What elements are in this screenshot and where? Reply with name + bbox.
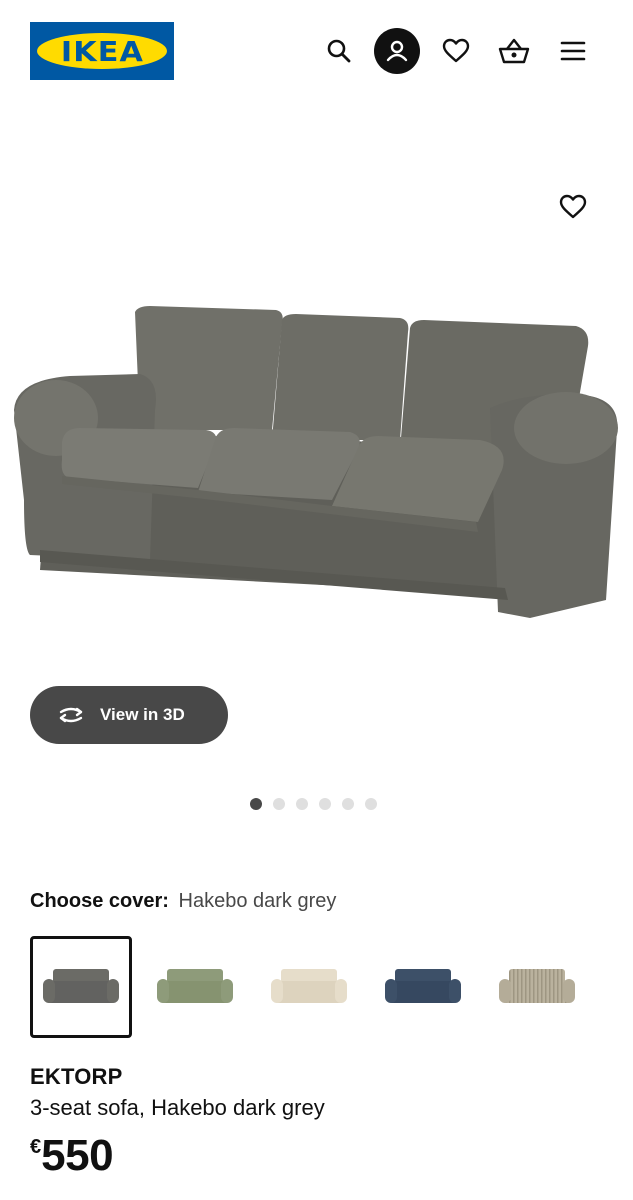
site-header: IKEA — [0, 0, 633, 104]
view-in-3d-label: View in 3D — [100, 705, 185, 724]
product-image[interactable] — [10, 300, 623, 630]
product-description: 3-seat sofa, Hakebo dark grey — [30, 1095, 325, 1120]
gallery-dot[interactable] — [296, 798, 308, 810]
cover-swatch-blue[interactable] — [372, 936, 474, 1038]
cover-swatch-dark-grey[interactable] — [30, 936, 132, 1038]
gallery-dot[interactable] — [342, 798, 354, 810]
heart-icon[interactable] — [433, 28, 479, 74]
gallery-pagination — [250, 798, 377, 810]
cover-swatches — [30, 936, 590, 1040]
product-name: EKTORP — [30, 1064, 123, 1089]
cover-selection-label: Choose cover: Hakebo dark grey — [30, 890, 336, 913]
search-icon[interactable] — [316, 28, 362, 74]
basket-icon[interactable] — [491, 28, 537, 74]
gallery-dot[interactable] — [319, 798, 331, 810]
save-to-favourites-icon[interactable] — [552, 186, 594, 228]
gallery-dot[interactable] — [250, 798, 262, 810]
gallery-dot[interactable] — [273, 798, 285, 810]
price-amount: 550 — [41, 1131, 114, 1180]
product-price: € 550 — [30, 1128, 114, 1184]
cover-swatch-green[interactable] — [144, 936, 246, 1038]
cover-swatch-striped-beige[interactable] — [486, 936, 588, 1038]
logo-oval: IKEA — [37, 33, 167, 69]
cover-swatch-beige[interactable] — [258, 936, 360, 1038]
menu-icon[interactable] — [550, 28, 596, 74]
view-in-3d-button[interactable]: View in 3D — [30, 686, 228, 744]
logo-text: IKEA — [60, 34, 144, 68]
rotate-3d-icon — [54, 702, 88, 728]
ikea-logo[interactable]: IKEA — [30, 22, 174, 80]
account-icon[interactable] — [374, 28, 420, 74]
cover-value: Hakebo dark grey — [178, 890, 337, 912]
price-currency: € — [30, 1136, 42, 1158]
gallery-dot[interactable] — [365, 798, 377, 810]
cover-label: Choose cover: — [30, 890, 169, 912]
